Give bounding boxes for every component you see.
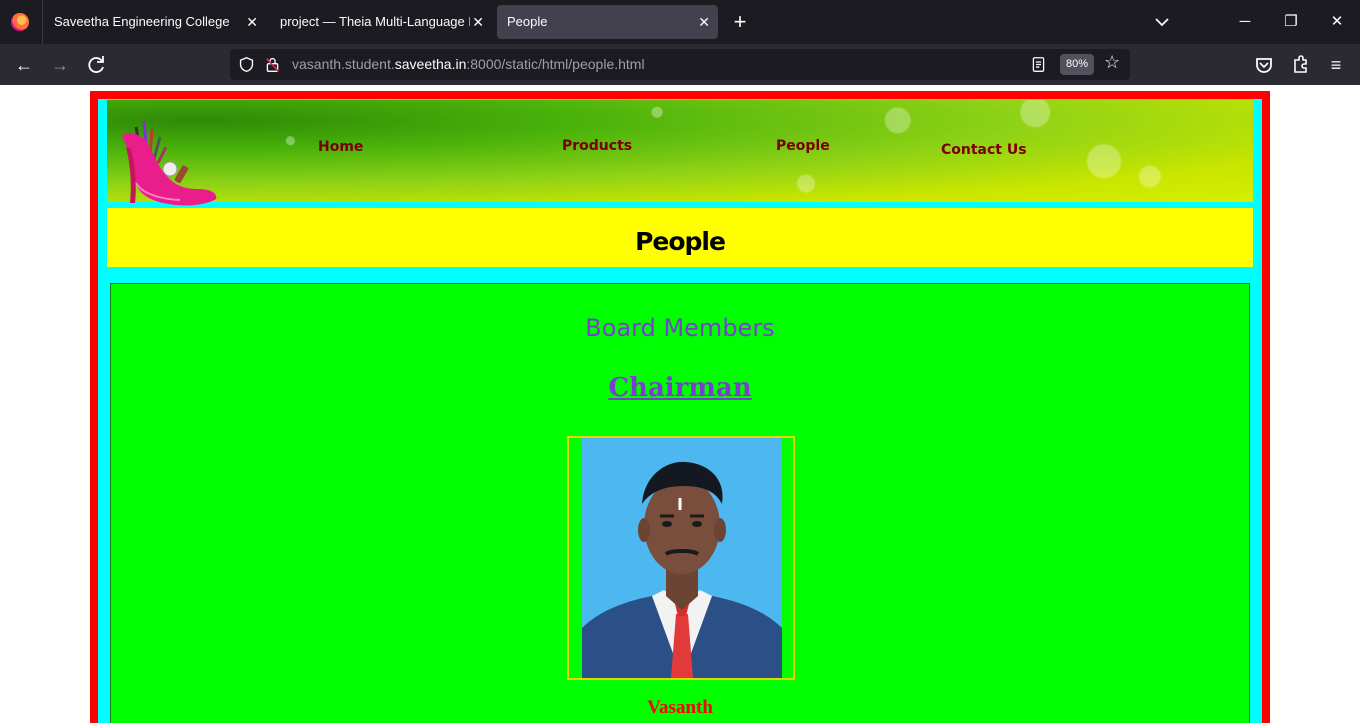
new-tab-button[interactable]: +: [728, 8, 752, 36]
restore-button[interactable]: ❐: [1276, 10, 1306, 34]
tab-separator: [42, 0, 43, 44]
page-container: Home Products People Contact Us People B…: [98, 99, 1262, 723]
tab-label: People: [507, 14, 548, 29]
shield-icon[interactable]: [238, 56, 255, 73]
content-panel: Board Members Chairman Vasanth: [110, 283, 1250, 723]
insecure-lock-icon[interactable]: [264, 56, 281, 73]
chairman-heading[interactable]: Chairman: [111, 373, 1249, 403]
photo-frame: [567, 436, 795, 680]
reload-icon[interactable]: [83, 52, 109, 78]
reader-view-icon[interactable]: [1030, 56, 1047, 73]
chevron-down-icon[interactable]: [1150, 10, 1174, 34]
tab-label: project — Theia Multi-Language Exp: [280, 14, 470, 29]
firefox-icon[interactable]: [11, 13, 29, 31]
high-heel-logo: [122, 120, 217, 206]
pocket-icon[interactable]: [1251, 52, 1277, 78]
nav-link-home[interactable]: Home: [318, 139, 363, 155]
menu-icon[interactable]: ≡: [1323, 52, 1349, 78]
url-text[interactable]: vasanth.student.saveetha.in:8000/static/…: [292, 49, 645, 80]
extensions-icon[interactable]: [1287, 52, 1313, 78]
zoom-level-badge[interactable]: 80%: [1060, 54, 1094, 75]
tab-saveetha[interactable]: Saveetha Engineering College ✕: [44, 5, 266, 39]
nav-link-contact[interactable]: Contact Us: [941, 142, 1027, 158]
tab-bar: Saveetha Engineering College ✕ project —…: [0, 0, 1360, 44]
url-path: :8000/static/html/people.html: [466, 56, 645, 72]
header-banner: Home Products People Contact Us: [107, 100, 1253, 202]
title-band: People: [107, 208, 1253, 267]
close-icon[interactable]: ✕: [698, 5, 710, 39]
tab-label: Saveetha Engineering College: [54, 14, 230, 29]
tab-project[interactable]: project — Theia Multi-Language Exp ✕: [270, 5, 492, 39]
close-icon[interactable]: ✕: [472, 5, 484, 39]
url-prefix: vasanth.student.: [292, 56, 395, 72]
board-members-heading: Board Members: [585, 314, 775, 342]
tab-people[interactable]: People ✕: [497, 5, 718, 39]
star-icon[interactable]: ☆: [1104, 52, 1120, 73]
chairman-photo: [582, 438, 782, 678]
minimize-button[interactable]: ─: [1230, 10, 1260, 34]
page-title: People: [635, 227, 726, 256]
page-frame: Home Products People Contact Us People B…: [90, 91, 1270, 723]
url-bar[interactable]: vasanth.student.saveetha.in:8000/static/…: [230, 49, 1130, 80]
back-arrow-icon[interactable]: ←: [11, 52, 37, 78]
web-page: Home Products People Contact Us People B…: [0, 85, 1360, 723]
nav-link-people[interactable]: People: [776, 138, 830, 154]
close-window-button[interactable]: ✕: [1322, 10, 1352, 34]
chairman-name: Vasanth: [647, 697, 713, 718]
nav-link-products[interactable]: Products: [562, 138, 632, 154]
forward-arrow-icon[interactable]: →: [47, 52, 73, 78]
url-domain: saveetha.in: [394, 56, 467, 72]
close-icon[interactable]: ✕: [246, 5, 258, 39]
navigation-bar: ← → vasanth.student.saveetha.in:8000/sta…: [0, 44, 1360, 85]
